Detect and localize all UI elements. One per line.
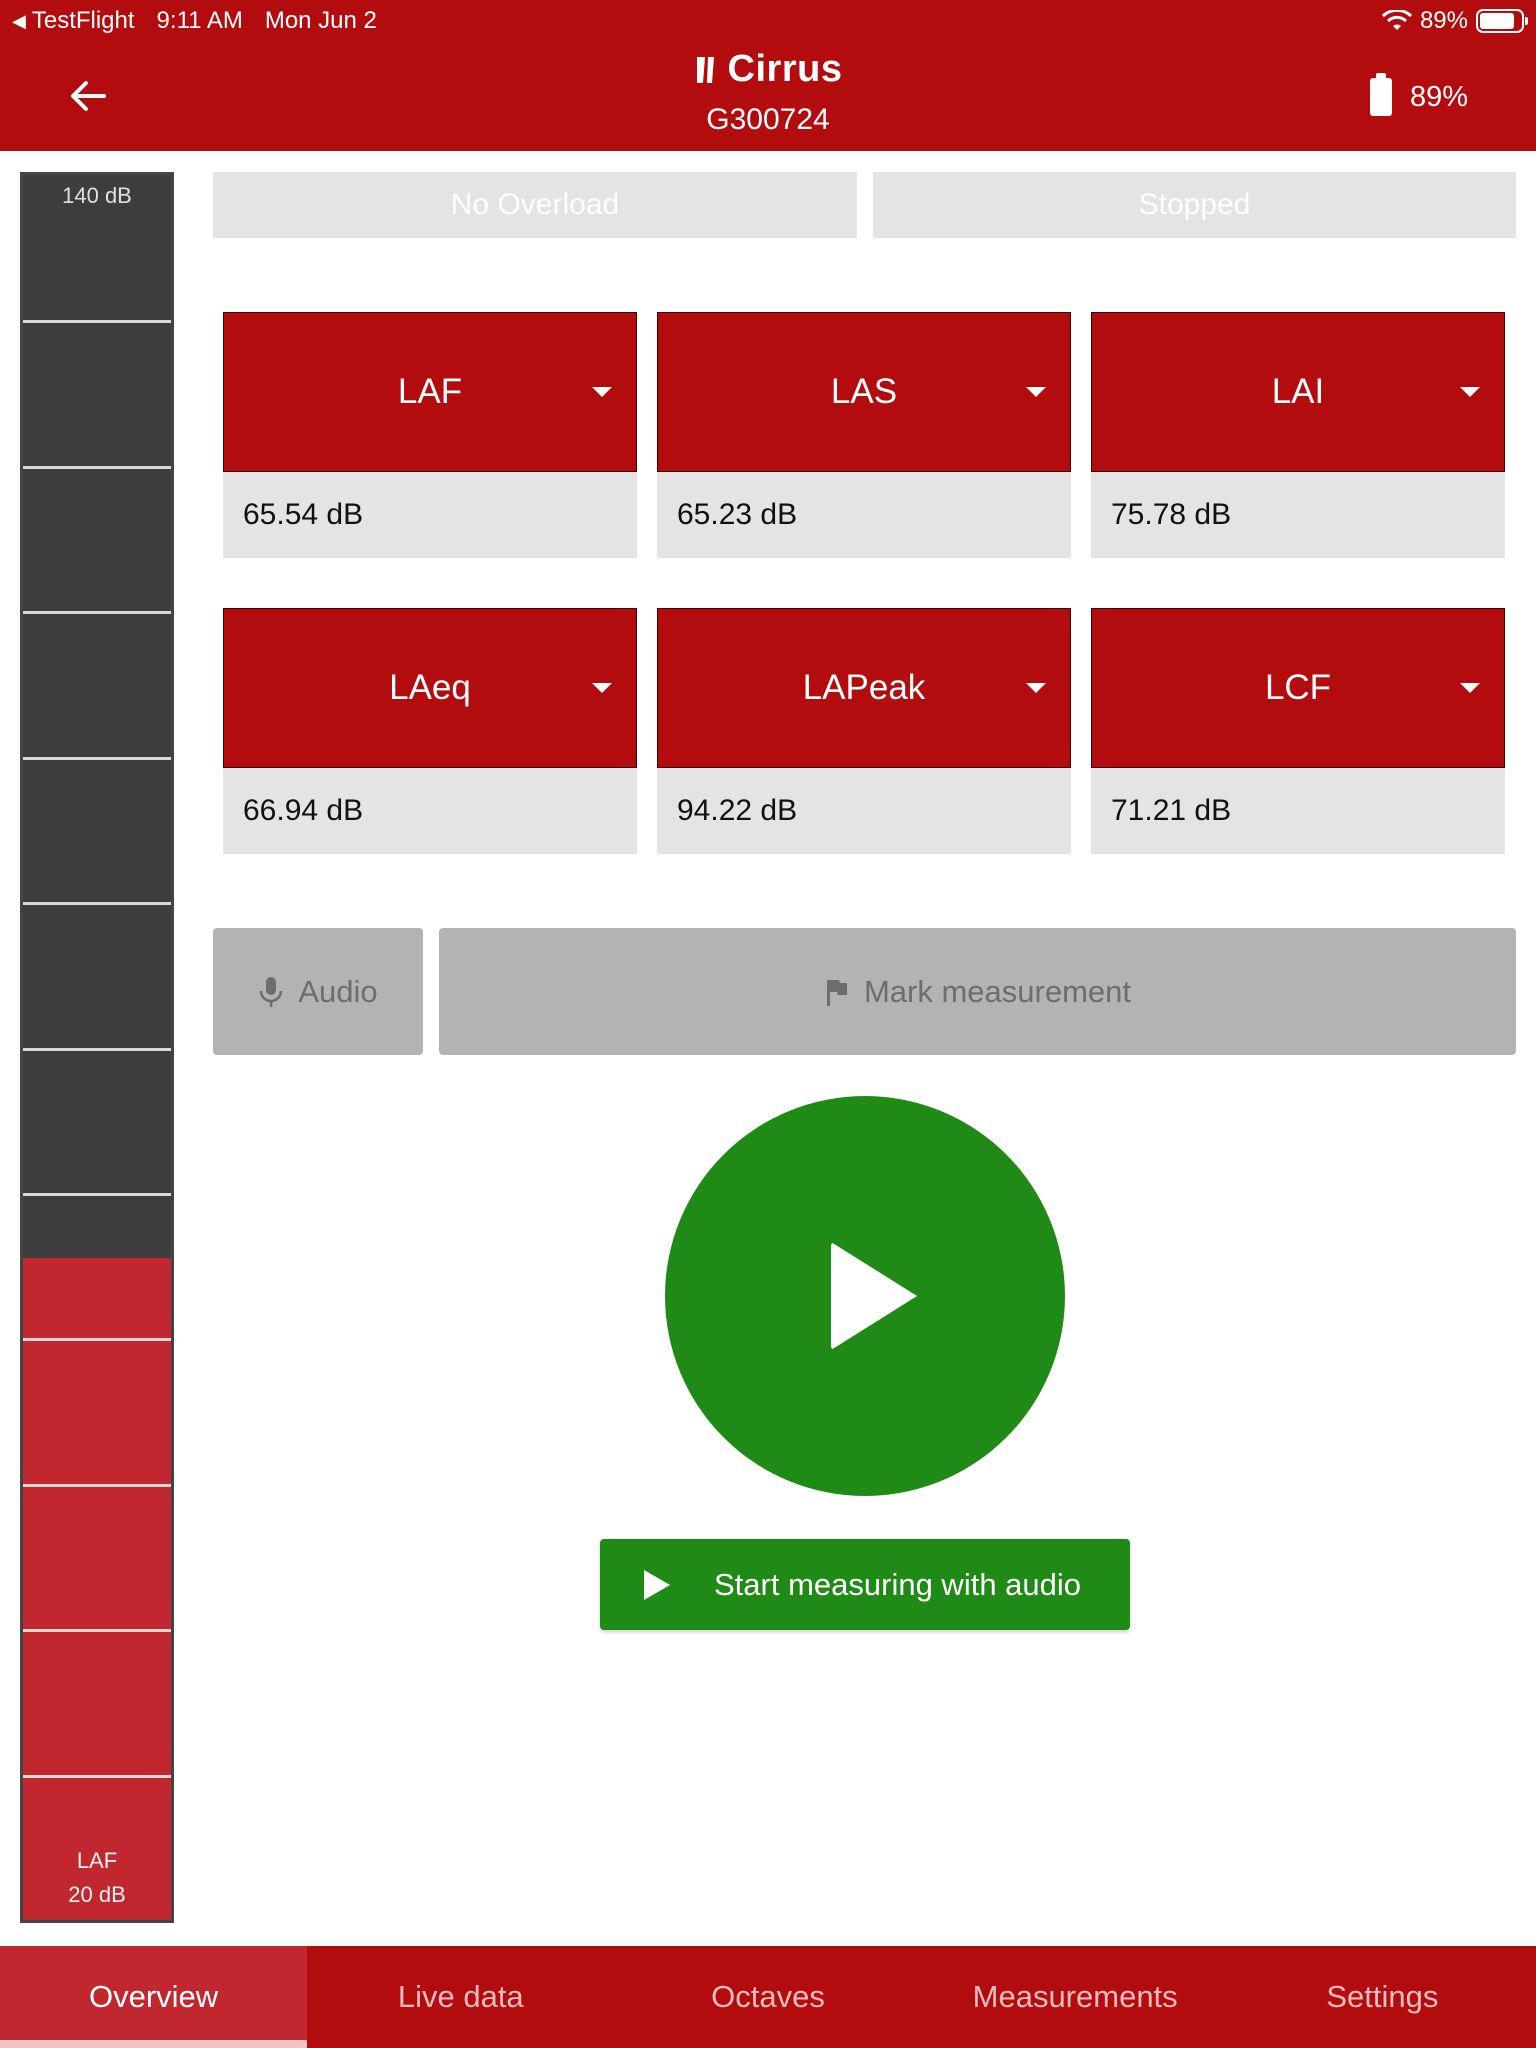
dropdown-caret-icon — [592, 387, 612, 397]
brand-name: Cirrus — [727, 48, 843, 90]
microphone-icon — [260, 976, 283, 1007]
metric-name: LCF — [1264, 668, 1332, 707]
level-meter: 140 dB LAF 20 dB — [20, 172, 174, 1923]
dropdown-caret-icon — [1026, 387, 1046, 397]
metric-card: LAI 75.78 dB — [1091, 312, 1505, 558]
tab-settings[interactable]: Settings — [1229, 1946, 1536, 2048]
brand-logo: Cirrus — [0, 48, 1536, 91]
device-battery: 89% — [1369, 73, 1468, 116]
bottom-tab-bar: Overview Live data Octaves Measurements … — [0, 1946, 1536, 2048]
metric-selector[interactable]: LAI — [1091, 312, 1505, 472]
metric-name: LAF — [397, 372, 463, 411]
metric-selector[interactable]: LAeq — [223, 608, 637, 768]
tab-octaves[interactable]: Octaves — [614, 1946, 921, 2048]
meter-metric-label: LAF — [76, 1848, 118, 1873]
metric-selector[interactable]: LAPeak — [657, 608, 1071, 768]
metric-value: 66.94 dB — [223, 768, 637, 854]
meter-tick — [23, 1338, 171, 1342]
mark-measurement-label: Mark measurement — [863, 973, 1132, 1009]
flag-icon — [826, 979, 847, 1006]
metric-selector[interactable]: LAS — [657, 312, 1071, 472]
tab-overview[interactable]: Overview — [0, 1946, 308, 2048]
level-meter-fill — [23, 1257, 171, 1920]
status-bar: ◀ TestFlight 9:11 AM Mon Jun 2 89% — [0, 0, 1536, 38]
cirrus-logo-icon — [696, 56, 714, 83]
device-battery-icon — [1369, 73, 1392, 116]
metric-card: LAS 65.23 dB — [657, 312, 1071, 558]
metric-selector[interactable]: LAF — [223, 312, 637, 472]
dropdown-caret-icon — [1460, 683, 1480, 693]
meter-tick — [23, 465, 171, 469]
header-bar: ◀ TestFlight 9:11 AM Mon Jun 2 89% Cirru… — [0, 0, 1536, 151]
device-battery-percent: 89% — [1409, 80, 1468, 113]
status-time: 9:11 AM — [156, 7, 243, 34]
start-measuring-label: Start measuring with audio — [714, 1566, 1082, 1602]
metric-value: 94.22 dB — [657, 768, 1071, 854]
metric-selector[interactable]: LCF — [1091, 608, 1505, 768]
metric-name: LAeq — [389, 668, 471, 707]
metric-card: LAeq 66.94 dB — [223, 608, 637, 854]
meter-tick — [23, 756, 171, 760]
metric-value: 65.23 dB — [657, 472, 1071, 558]
play-icon — [644, 1569, 670, 1600]
tab-measurements[interactable]: Measurements — [922, 1946, 1229, 2048]
meter-max-label: 140 dB — [62, 183, 132, 208]
overload-status: No Overload — [213, 172, 857, 238]
meter-min-label: 20 dB — [68, 1882, 126, 1907]
status-date: Mon Jun 2 — [264, 7, 377, 34]
mark-measurement-button[interactable]: Mark measurement — [439, 928, 1516, 1055]
metric-name: LAS — [830, 372, 898, 411]
dropdown-caret-icon — [1460, 387, 1480, 397]
metric-value: 71.21 dB — [1091, 768, 1505, 854]
back-to-app-icon[interactable]: ◀ — [12, 11, 26, 32]
start-measurement-button[interactable] — [665, 1096, 1065, 1496]
audio-button[interactable]: Audio — [213, 928, 423, 1055]
run-status: Stopped — [873, 172, 1516, 238]
status-battery-percent: 89% — [1419, 7, 1468, 34]
play-icon — [831, 1242, 917, 1350]
tab-live-data[interactable]: Live data — [307, 1946, 614, 2048]
metric-card: LCF 71.21 dB — [1091, 608, 1505, 854]
device-id: G300724 — [706, 103, 830, 136]
metric-value: 65.54 dB — [223, 472, 637, 558]
meter-tick — [23, 611, 171, 615]
meter-tick — [23, 1629, 171, 1633]
metric-name: LAI — [1271, 372, 1325, 411]
dropdown-caret-icon — [592, 683, 612, 693]
metric-name: LAPeak — [802, 668, 926, 707]
metric-value: 75.78 dB — [1091, 472, 1505, 558]
meter-tick — [23, 1047, 171, 1051]
metric-card: LAF 65.54 dB — [223, 312, 637, 558]
meter-tick — [23, 1192, 171, 1196]
meter-tick — [23, 1483, 171, 1487]
back-app-label[interactable]: TestFlight — [32, 7, 135, 35]
meter-tick — [23, 902, 171, 906]
wifi-icon — [1381, 10, 1412, 30]
start-measuring-with-audio-button[interactable]: Start measuring with audio — [600, 1539, 1130, 1630]
meter-tick — [23, 1774, 171, 1778]
metric-card: LAPeak 94.22 dB — [657, 608, 1071, 854]
dropdown-caret-icon — [1026, 683, 1046, 693]
battery-icon — [1476, 9, 1528, 33]
meter-tick — [23, 320, 171, 324]
meter-bottom-label: LAF 20 dB — [23, 1844, 171, 1912]
audio-button-label: Audio — [298, 973, 378, 1009]
